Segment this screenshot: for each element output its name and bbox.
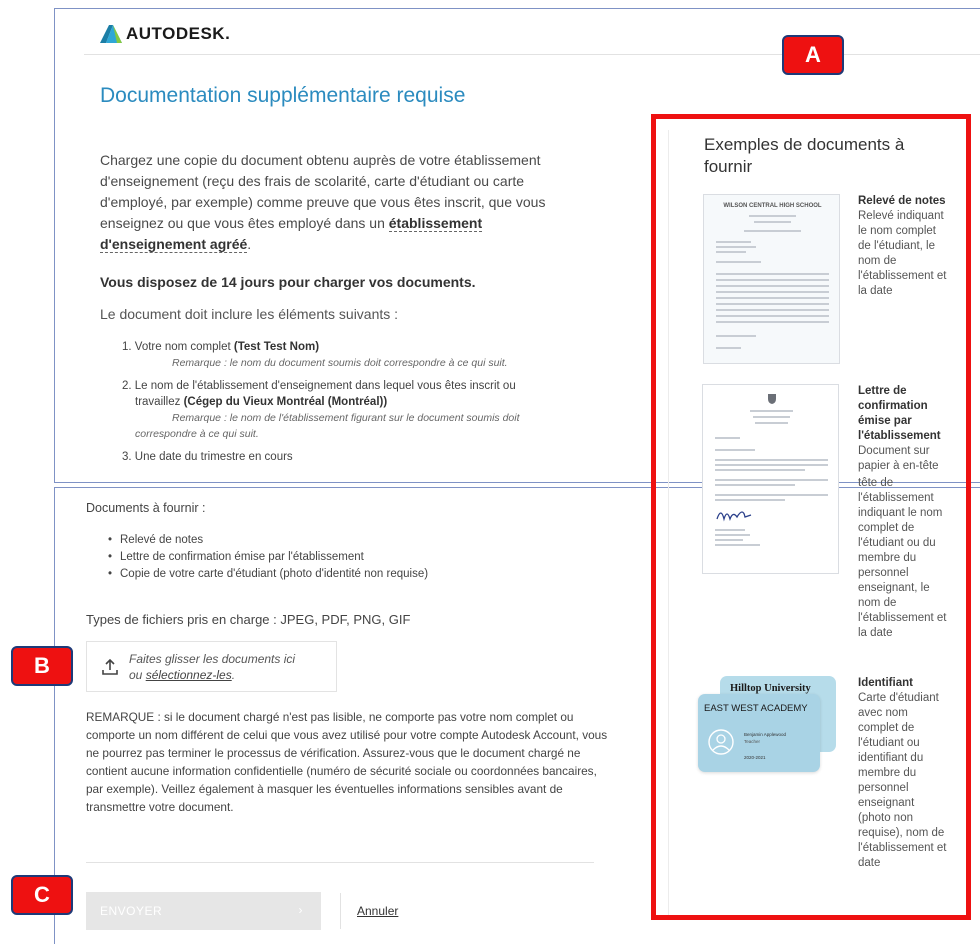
document-item: Lettre de confirmation émise par l'établ…: [108, 549, 428, 566]
requirement-item: 3. Une date du trimestre en cours: [122, 449, 597, 465]
submit-label: ENVOYER: [100, 904, 163, 918]
annotation-marker-b: B: [11, 646, 73, 686]
documents-list: Relevé de notes Lettre de confirmation é…: [108, 532, 428, 583]
intro-paragraph: Chargez une copie du document obtenu aup…: [100, 150, 605, 255]
documents-label: Documents à fournir :: [86, 501, 206, 515]
annotation-marker-a: A: [782, 35, 844, 75]
cancel-link[interactable]: Annuler: [357, 904, 398, 918]
requirement-note: Remarque : le nom de l'établissement fig…: [172, 412, 520, 424]
dropzone-prefix: ou: [129, 667, 146, 682]
intro-line: d'employé, par exemple) comme preuve que…: [100, 194, 546, 210]
requirement-item: 1. Votre nom complet (Test Test Nom) Rem…: [122, 339, 597, 371]
submit-button[interactable]: ENVOYER ›: [86, 892, 321, 930]
supported-filetypes: Types de fichiers pris en charge : JPEG,…: [86, 612, 411, 627]
upload-icon: [102, 658, 118, 675]
document-item: Copie de votre carte d'étudiant (photo d…: [108, 566, 428, 583]
requirement-text: 1. Votre nom complet: [122, 341, 234, 353]
select-files-link[interactable]: sélectionnez-les: [146, 668, 232, 682]
autodesk-logo: AUTODESK.: [100, 24, 230, 44]
chevron-right-icon: ›: [298, 903, 303, 917]
requirement-text: 2. Le nom de l'établissement d'enseignem…: [122, 380, 516, 392]
intro-end: .: [247, 236, 252, 252]
highlight-box: [651, 114, 971, 920]
include-label: Le document doit inclure les éléments su…: [100, 306, 399, 322]
requirement-text: travaillez: [135, 396, 184, 408]
requirement-item: 2. Le nom de l'établissement d'enseignem…: [122, 378, 597, 442]
requirement-text: 3. Une date du trimestre en cours: [122, 451, 293, 463]
intro-line: Chargez une copie du document obtenu aup…: [100, 152, 541, 168]
remark-text: REMARQUE : si le document chargé n'est p…: [86, 710, 608, 814]
requirement-value: (Cégep du Vieux Montréal (Montréal)): [183, 396, 388, 408]
page-title: Documentation supplémentaire requise: [100, 84, 466, 107]
footer-divider: [86, 862, 594, 863]
file-dropzone[interactable]: Faites glisser les documents ici ou séle…: [86, 641, 337, 692]
brand-name: AUTODESK.: [126, 24, 231, 43]
intro-line: d'enseignement (reçu des frais de scolar…: [100, 173, 525, 189]
accredited-institution-link[interactable]: établissement: [388, 215, 483, 232]
requirement-note: correspondre à ce qui suit.: [135, 428, 259, 440]
requirement-value: (Test Test Nom): [233, 341, 320, 353]
requirement-note: Remarque : le nom du document soumis doi…: [172, 357, 508, 369]
dropzone-text: Faites glisser les documents ici: [129, 651, 296, 666]
accredited-institution-link-cont[interactable]: d'enseignement agréé: [100, 236, 248, 253]
deadline-text: Vous disposez de 14 jours pour charger v…: [100, 274, 476, 290]
annotation-marker-c: C: [11, 875, 73, 915]
document-item: Relevé de notes: [108, 532, 428, 549]
autodesk-logo-icon: [100, 25, 122, 43]
requirements-list: 1. Votre nom complet (Test Test Nom) Rem…: [122, 339, 597, 472]
button-separator: [340, 893, 341, 929]
dropzone-suffix: .: [231, 667, 236, 682]
header-divider: [84, 54, 980, 55]
intro-line: enseignez ou que vous êtes employé dans …: [100, 215, 385, 231]
